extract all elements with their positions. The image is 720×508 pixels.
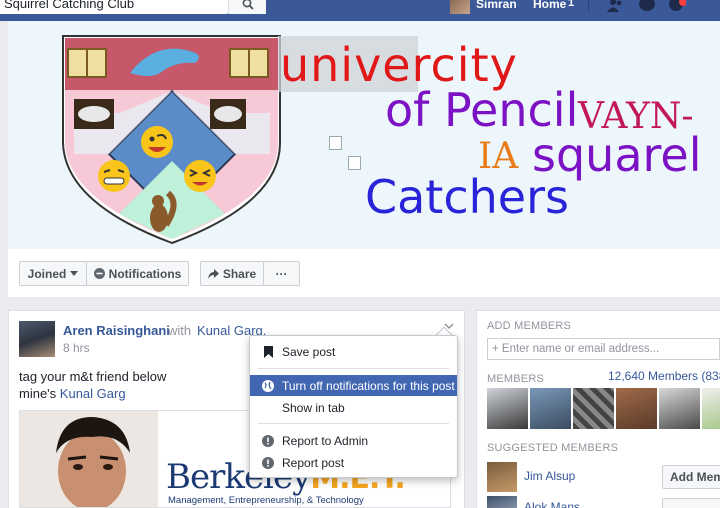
add-member-input[interactable]: + Enter name or email address... [487, 338, 720, 360]
notifications-label: Notifications [108, 266, 182, 281]
brand-subtitle: Management, Entrepreneurship, & Technolo… [168, 495, 364, 506]
search-icon [242, 0, 254, 10]
alert-icon [262, 434, 274, 447]
university-crest-image [62, 35, 281, 245]
suggested-member-name[interactable]: Jim Alsup [524, 469, 575, 483]
notifications-globe-icon[interactable] [668, 0, 686, 13]
more-label: ··· [275, 266, 288, 281]
suggested-member-avatar[interactable] [487, 462, 517, 492]
share-arrow-icon [207, 268, 219, 279]
notifications-button[interactable]: Notifications [86, 261, 189, 286]
menu-item-label: Report to Admin [282, 433, 369, 448]
member-thumbnail[interactable] [616, 388, 657, 429]
post-mention-link[interactable]: Kunal Garg [60, 386, 126, 401]
joined-button[interactable]: Joined [19, 261, 87, 286]
post-author-avatar[interactable] [19, 321, 55, 357]
bookmark-icon [262, 345, 274, 358]
nav-divider [588, 0, 589, 12]
post-text: tag your m&t friend below [19, 369, 167, 384]
alert-icon [262, 456, 274, 469]
caret-down-icon [70, 271, 79, 276]
share-button[interactable]: Share [200, 261, 264, 286]
portrait-photo [20, 411, 158, 507]
globe-icon [262, 379, 274, 392]
broken-image-icon [329, 136, 342, 150]
cover-title-catchers: Catchers [365, 170, 569, 224]
menu-item-show-in-tab[interactable]: Show in tab [250, 397, 457, 418]
suggested-members-heading: SUGGESTED MEMBERS [487, 442, 619, 454]
search-input[interactable]: Squirrel Catching Club [0, 0, 228, 14]
messenger-icon[interactable] [638, 0, 656, 13]
menu-item-label: Show in tab [282, 400, 345, 415]
suggested-member-name[interactable]: Alok Mans [524, 502, 580, 508]
share-label: Share [222, 266, 257, 281]
menu-item-label: Turn off notifications for this post [282, 378, 455, 393]
members-count-link[interactable]: 12,640 Members (838 [608, 369, 720, 383]
member-thumbnail[interactable] [487, 388, 528, 429]
menu-item-label: Save post [282, 344, 336, 359]
menu-item-label: Report post [282, 455, 345, 470]
member-thumbnail[interactable] [702, 388, 720, 429]
home-link[interactable]: Home [533, 0, 566, 11]
more-options-button[interactable]: ··· [263, 261, 300, 286]
menu-item-report-to-admin[interactable]: Report to Admin [250, 430, 457, 451]
suggested-member-avatar[interactable] [487, 496, 517, 508]
portrait-illustration [20, 411, 158, 507]
add-members-heading: ADD MEMBERS [487, 320, 572, 332]
profile-avatar[interactable] [450, 0, 470, 14]
top-nav-bar: Squirrel Catching Club Simran Home 1 [0, 0, 720, 21]
post-author-link[interactable]: Aren Raisinghani [63, 323, 170, 338]
member-thumbnail[interactable] [573, 388, 614, 429]
home-count-badge: 1 [568, 0, 575, 9]
members-heading: MEMBERS [487, 373, 545, 385]
menu-separator [258, 368, 449, 369]
profile-name-link[interactable]: Simran [476, 0, 517, 11]
friend-requests-icon[interactable] [606, 0, 624, 13]
search-button[interactable] [228, 0, 266, 14]
broken-image-icon [348, 156, 361, 170]
menu-separator [258, 423, 449, 424]
post-text-prefix: mine's [19, 386, 57, 401]
post-text-line2: mine's Kunal Garg [19, 386, 126, 401]
member-thumbnail[interactable] [530, 388, 571, 429]
minus-circle-icon [93, 268, 105, 279]
menu-item-save-post[interactable]: Save post [250, 341, 457, 362]
joined-label: Joined [27, 266, 67, 281]
add-member-button[interactable]: Add Mem [662, 465, 720, 489]
add-member-button[interactable] [662, 498, 720, 508]
member-thumbnail[interactable] [659, 388, 700, 429]
post-with-text: with [168, 323, 192, 338]
post-timestamp[interactable]: 8 hrs [63, 341, 90, 355]
menu-item-turn-off-notifications[interactable]: Turn off notifications for this post [250, 375, 457, 396]
menu-item-report-post[interactable]: Report post [250, 452, 457, 473]
